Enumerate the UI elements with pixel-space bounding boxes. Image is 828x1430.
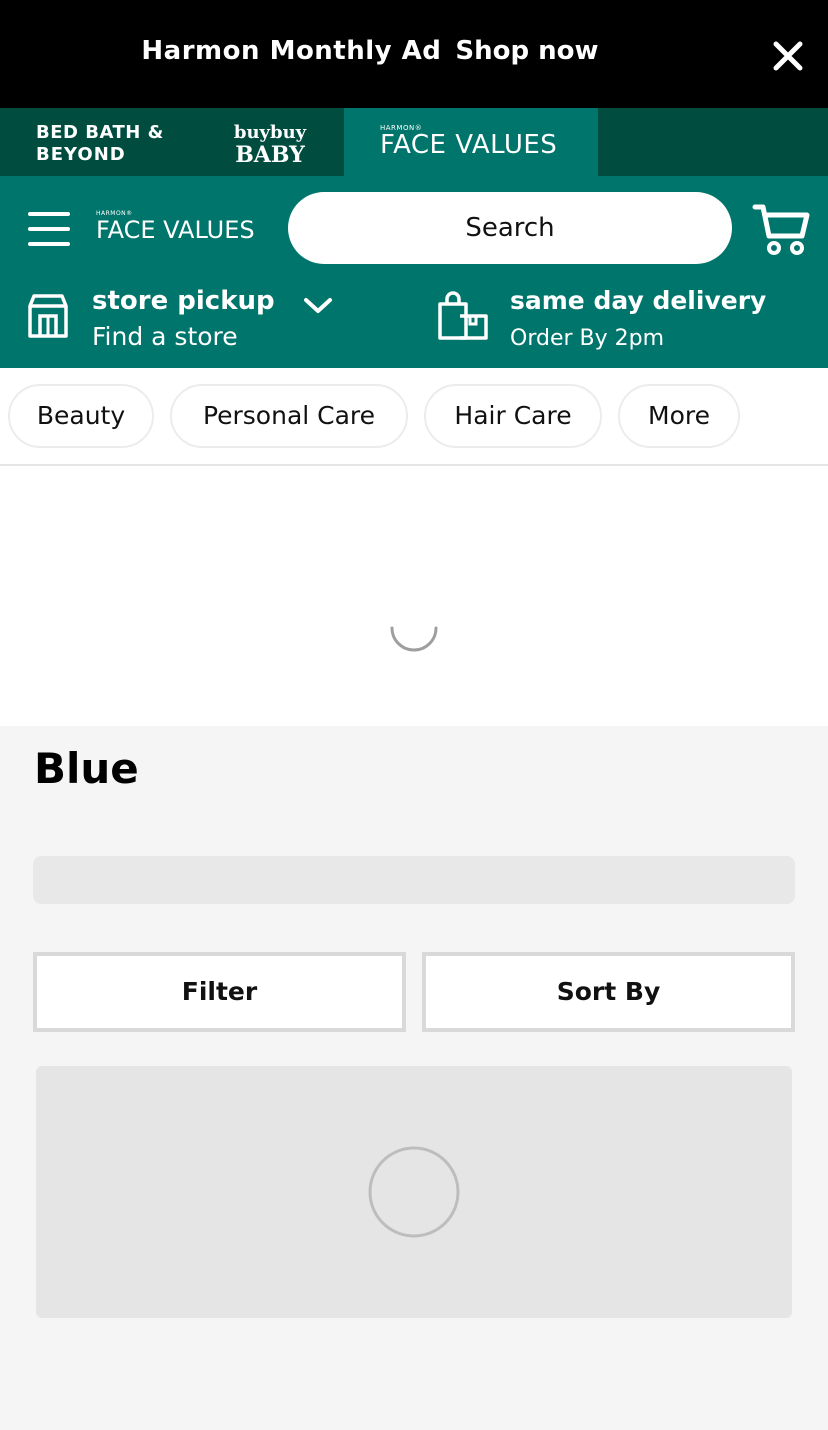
brand-switcher: BED BATH & BEYOND buybuy BABY HARMON® FA… bbox=[0, 108, 828, 176]
find-store-link[interactable]: Find a store bbox=[92, 322, 238, 351]
hero-banner-loading bbox=[0, 466, 828, 726]
shop-now-link[interactable]: Shop now bbox=[455, 36, 598, 66]
page-title: Blue bbox=[34, 744, 139, 793]
site-header: HARMON® FACE VALUES Search store pickup … bbox=[0, 176, 828, 368]
delivery-cutoff-text: Order By 2pm bbox=[510, 326, 665, 351]
brand-bbb-line2: BEYOND bbox=[36, 144, 126, 165]
cart-icon[interactable] bbox=[752, 202, 810, 256]
chip-personal-care[interactable]: Personal Care bbox=[170, 384, 408, 448]
hamburger-menu-icon[interactable] bbox=[28, 212, 70, 246]
promo-title[interactable]: Harmon Monthly Ad bbox=[141, 36, 441, 66]
chip-more[interactable]: More bbox=[618, 384, 740, 448]
same-day-delivery-title[interactable]: same day delivery bbox=[510, 286, 766, 315]
promo-text[interactable]: Harmon Monthly Ad Shop now bbox=[0, 36, 740, 66]
brand-baby-line2: BABY bbox=[235, 142, 305, 168]
store-icon bbox=[26, 292, 70, 340]
chevron-down-icon[interactable] bbox=[302, 294, 334, 316]
category-chips: Beauty Personal Care Hair Care More bbox=[0, 368, 828, 466]
loading-spinner-icon bbox=[386, 600, 442, 656]
close-icon[interactable] bbox=[768, 36, 808, 76]
skeleton-bar bbox=[33, 856, 795, 904]
brand-bed-bath-beyond[interactable]: BED BATH & BEYOND bbox=[30, 108, 170, 176]
filter-button[interactable]: Filter bbox=[33, 952, 406, 1032]
brand-face-values[interactable]: HARMON® FACE VALUES bbox=[344, 108, 598, 176]
loading-spinner-icon bbox=[366, 1144, 462, 1240]
chip-beauty[interactable]: Beauty bbox=[8, 384, 154, 448]
brand-fv-main: FACE VALUES bbox=[380, 130, 558, 160]
brand-baby-line1: buybuy bbox=[233, 122, 307, 143]
product-grid-loading bbox=[36, 1066, 792, 1318]
site-logo[interactable]: HARMON® FACE VALUES bbox=[96, 208, 266, 248]
promo-banner: Harmon Monthly Ad Shop now bbox=[0, 0, 828, 108]
search-input[interactable]: Search bbox=[288, 192, 732, 264]
chip-hair-care[interactable]: Hair Care bbox=[424, 384, 602, 448]
logo-main-text: FACE VALUES bbox=[96, 216, 255, 244]
brand-bbb-line1: BED BATH & bbox=[36, 122, 164, 143]
sort-by-button[interactable]: Sort By bbox=[422, 952, 795, 1032]
store-pickup-title[interactable]: store pickup bbox=[92, 286, 275, 316]
delivery-bag-icon bbox=[436, 290, 490, 342]
brand-buybuy-baby[interactable]: buybuy BABY bbox=[220, 108, 320, 176]
